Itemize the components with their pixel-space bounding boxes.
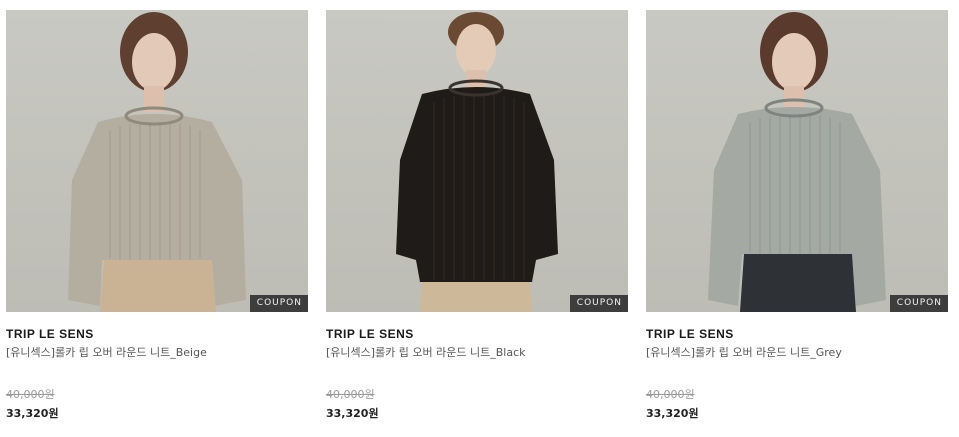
product-card[interactable]: COUPON TRIP LE SENS [유니섹스]롤카 립 오버 라운드 니트… <box>6 10 308 421</box>
product-brand[interactable]: TRIP LE SENS <box>6 327 308 341</box>
sale-price: 33,320원 <box>6 407 59 420</box>
product-grid: COUPON TRIP LE SENS [유니섹스]롤카 립 오버 라운드 니트… <box>0 0 959 437</box>
product-image[interactable]: COUPON <box>646 10 948 312</box>
model-photo <box>708 12 886 312</box>
product-card[interactable]: COUPON TRIP LE SENS [유니섹스]롤카 립 오버 라운드 니트… <box>326 10 628 421</box>
original-price: 40,000원 <box>646 388 695 401</box>
coupon-badge: COUPON <box>249 295 308 312</box>
original-price: 40,000원 <box>326 388 375 401</box>
coupon-badge: COUPON <box>569 295 628 312</box>
product-brand[interactable]: TRIP LE SENS <box>646 327 948 341</box>
product-name[interactable]: [유니섹스]롤카 립 오버 라운드 니트_Beige <box>6 346 308 360</box>
coupon-badge: COUPON <box>889 295 948 312</box>
sale-price: 33,320원 <box>326 407 379 420</box>
sale-price: 33,320원 <box>646 407 699 420</box>
product-brand[interactable]: TRIP LE SENS <box>326 327 628 341</box>
model-photo <box>396 12 558 312</box>
product-card[interactable]: COUPON TRIP LE SENS [유니섹스]롤카 립 오버 라운드 니트… <box>646 10 948 421</box>
product-image[interactable]: COUPON <box>326 10 628 312</box>
model-photo <box>68 12 246 312</box>
product-image[interactable]: COUPON <box>6 10 308 312</box>
original-price: 40,000원 <box>6 388 55 401</box>
product-name[interactable]: [유니섹스]롤카 립 오버 라운드 니트_Black <box>326 346 628 360</box>
product-name[interactable]: [유니섹스]롤카 립 오버 라운드 니트_Grey <box>646 346 948 360</box>
